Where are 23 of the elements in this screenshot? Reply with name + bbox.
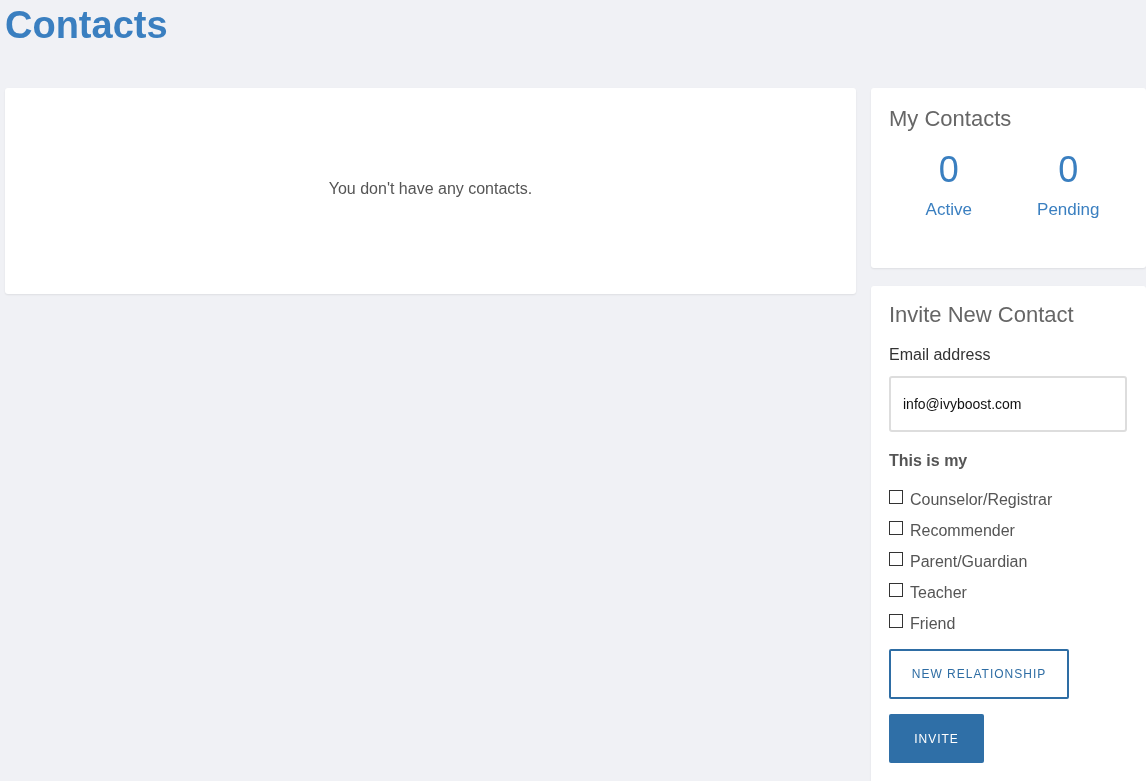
page-title: Contacts [5,3,168,48]
new-relationship-button[interactable]: NEW RELATIONSHIP [889,649,1069,699]
stat-label: Active [925,200,972,220]
stat-label: Pending [1037,200,1100,220]
stat-value: 0 [1058,150,1079,190]
checkbox[interactable] [889,582,903,597]
checkbox-label[interactable]: Teacher [910,583,967,602]
card-title: My Contacts [889,106,1012,132]
email-field[interactable]: info@ivyboost.com [889,376,1127,432]
checkbox-label[interactable]: Counselor/Registrar [910,490,1053,509]
checkbox[interactable] [889,613,903,628]
checkbox-label[interactable]: Friend [910,614,956,633]
checkbox[interactable] [889,551,903,566]
invite-button[interactable]: INVITE [889,714,984,763]
empty-message: You don't have any contacts. [328,180,533,199]
card-title: Invite New Contact [889,302,1074,328]
checkbox-label[interactable]: Recommender [910,521,1015,540]
checkbox[interactable] [889,489,903,504]
relation-label: This is my [889,452,968,470]
checkbox[interactable] [889,520,903,535]
email-label: Email address [889,346,991,364]
checkbox-label[interactable]: Parent/Guardian [910,552,1028,571]
stat-value: 0 [938,150,959,190]
